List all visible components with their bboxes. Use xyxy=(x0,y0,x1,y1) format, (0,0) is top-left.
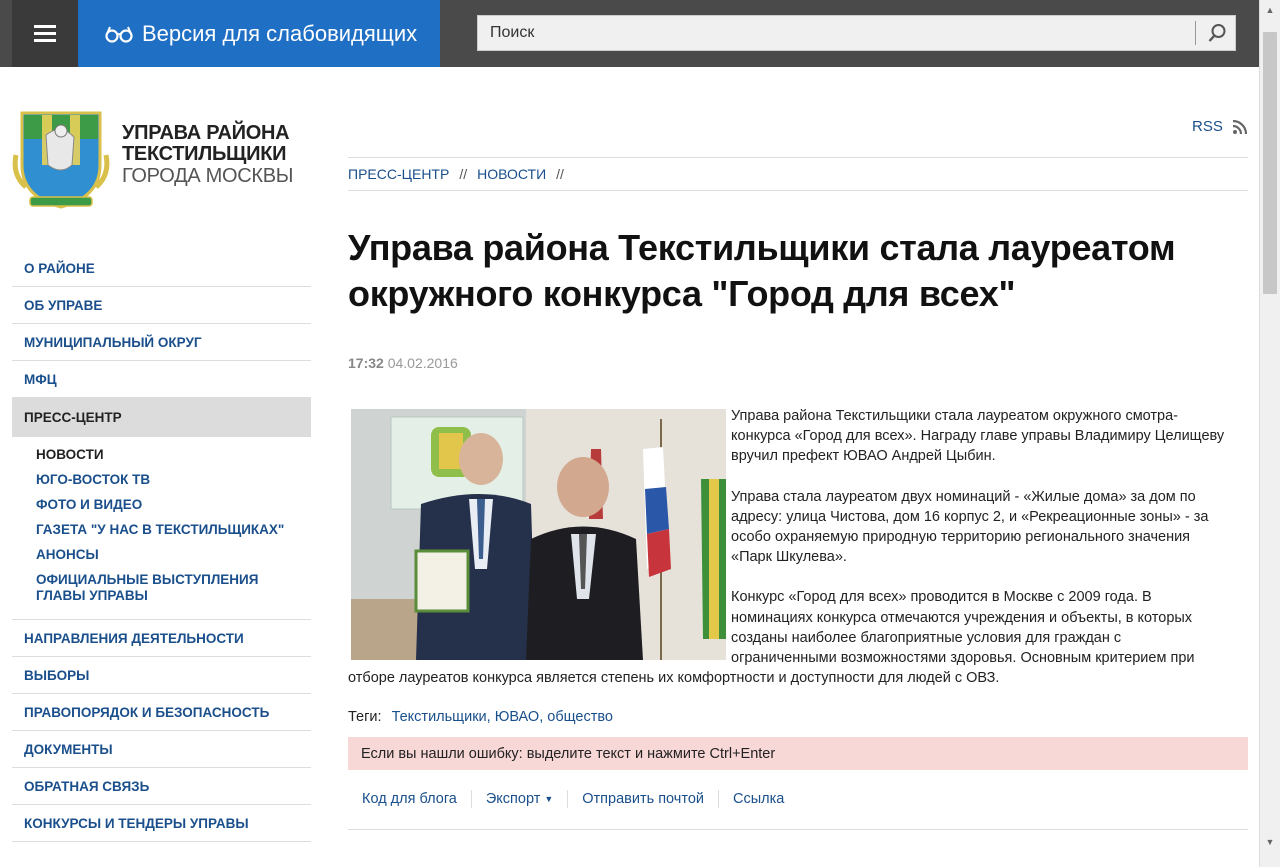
subnav-item-newspaper[interactable]: ГАЗЕТА "У НАС В ТЕКСТИЛЬЩИКАХ" xyxy=(36,522,311,538)
sidebar-item-press-center[interactable]: ПРЕСС-ЦЕНТР xyxy=(12,398,311,437)
sidebar-item-municipal[interactable]: МУНИЦИПАЛЬНЫЙ ОКРУГ xyxy=(12,324,311,361)
top-bar: Версия для слабовидящих xyxy=(0,0,1259,67)
breadcrumb: ПРЕСС-ЦЕНТР // НОВОСТИ // xyxy=(348,166,574,182)
tags-row: Теги: Текстильщики, ЮВАО, общество xyxy=(348,709,613,725)
tag-link[interactable]: ЮВАО xyxy=(495,709,539,725)
subnav-item-news[interactable]: НОВОСТИ xyxy=(36,447,311,463)
publish-date: 04.02.2016 xyxy=(387,355,458,371)
divider xyxy=(348,190,1248,191)
subnav-item-photo-video[interactable]: ФОТО И ВИДЕО xyxy=(36,497,311,513)
sidebar-item-about-uprava[interactable]: ОБ УПРАВЕ xyxy=(12,287,311,324)
sidebar-item-documents[interactable]: ДОКУМЕНТЫ xyxy=(12,731,311,768)
scroll-down-arrow-icon[interactable]: ▼ xyxy=(1260,832,1280,852)
rss-link[interactable]: RSS xyxy=(1192,118,1247,135)
scrollbar[interactable]: ▲ ▼ xyxy=(1259,0,1280,867)
page-title: Управа района Текстильщики стала лауреат… xyxy=(348,227,1176,314)
menu-button[interactable] xyxy=(12,0,78,67)
export-label: Экспорт xyxy=(485,791,541,807)
publish-datetime: 17:32 04.02.2016 xyxy=(348,355,458,371)
article-paragraph-part: отборе лауреатов конкурса является степе… xyxy=(348,670,1000,687)
glasses-icon xyxy=(105,26,133,43)
subnav-item-official-speeches[interactable]: ОФИЦИАЛЬНЫЕ ВЫСТУПЛЕНИЯ ГЛАВЫ УПРАВЫ xyxy=(36,572,311,604)
logo-line-3: ГОРОДА МОСКВЫ xyxy=(122,165,294,187)
article-paragraph: Конкурс «Город для всех» проводится в Мо… xyxy=(348,587,1228,688)
rss-icon xyxy=(1232,119,1247,134)
caret-down-icon: ▼ xyxy=(544,794,554,805)
vision-label: Версия для слабовидящих xyxy=(142,20,418,46)
search-box xyxy=(477,15,1236,51)
search-button[interactable] xyxy=(1200,16,1234,50)
vision-impaired-button[interactable]: Версия для слабовидящих xyxy=(78,0,440,67)
rss-label: RSS xyxy=(1192,118,1223,135)
sidebar-item-feedback[interactable]: ОБРАТНАЯ СВЯЗЬ xyxy=(12,768,311,805)
send-email-link[interactable]: Отправить почтой xyxy=(568,791,718,807)
tags-label: Теги: xyxy=(348,709,382,725)
sidebar-item-elections[interactable]: ВЫБОРЫ xyxy=(12,657,311,694)
sidebar-item-mfc[interactable]: МФЦ xyxy=(12,361,311,398)
export-dropdown[interactable]: Экспорт ▼ xyxy=(472,791,567,807)
divider xyxy=(348,157,1248,158)
article-paragraph: Управа стала лауреатом двух номинаций - … xyxy=(731,488,1209,566)
article-body: Управа района Текстильщики стала лауреат… xyxy=(348,406,1228,688)
publish-time: 17:32 xyxy=(348,355,384,371)
scroll-thumb[interactable] xyxy=(1263,32,1277,294)
blog-code-link[interactable]: Код для блога xyxy=(348,791,471,807)
sidebar-subnav: НОВОСТИ ЮГО-ВОСТОК ТВ ФОТО И ВИДЕО ГАЗЕТ… xyxy=(12,437,311,620)
breadcrumb-press-center[interactable]: ПРЕСС-ЦЕНТР xyxy=(348,166,449,182)
article-paragraph: Управа района Текстильщики стала лауреат… xyxy=(731,408,1225,465)
breadcrumb-separator: // xyxy=(459,166,468,182)
sidebar-nav: О РАЙОНЕ ОБ УПРАВЕ МУНИЦИПАЛЬНЫЙ ОКРУГ М… xyxy=(12,250,311,842)
scroll-up-arrow-icon[interactable]: ▲ xyxy=(1260,0,1280,20)
search-input[interactable] xyxy=(478,16,1193,50)
district-emblem-icon xyxy=(12,111,110,209)
site-logo[interactable]: УПРАВА РАЙОНА ТЕКСТИЛЬЩИКИ ГОРОДА МОСКВЫ xyxy=(12,105,312,210)
search-icon xyxy=(1208,24,1226,42)
sidebar-item-tenders[interactable]: КОНКУРСЫ И ТЕНДЕРЫ УПРАВЫ xyxy=(12,805,311,842)
sidebar-item-security[interactable]: ПРАВОПОРЯДОК И БЕЗОПАСНОСТЬ xyxy=(12,694,311,731)
hamburger-icon xyxy=(34,21,56,46)
sidebar-item-activities[interactable]: НАПРАВЛЕНИЯ ДЕЯТЕЛЬНОСТИ xyxy=(12,620,311,657)
article-paragraph-part: Конкурс «Город для всех» проводится в Мо… xyxy=(731,589,1195,667)
breadcrumb-separator: // xyxy=(556,166,564,182)
search-divider xyxy=(1195,21,1196,45)
divider xyxy=(348,829,1248,830)
logo-line-1: УПРАВА РАЙОНА xyxy=(122,122,290,144)
sidebar-item-about-district[interactable]: О РАЙОНЕ xyxy=(12,250,311,287)
share-toolbar: Код для блога Экспорт ▼ Отправить почтой … xyxy=(348,788,1248,810)
breadcrumb-news[interactable]: НОВОСТИ xyxy=(477,166,546,182)
tag-link[interactable]: Текстильщики xyxy=(392,709,487,725)
permalink-link[interactable]: Ссылка xyxy=(719,791,798,807)
tag-link[interactable]: общество xyxy=(547,709,613,725)
subnav-item-tv[interactable]: ЮГО-ВОСТОК ТВ xyxy=(36,472,311,488)
logo-line-2: ТЕКСТИЛЬЩИКИ xyxy=(122,143,287,165)
subnav-item-announcements[interactable]: АНОНСЫ xyxy=(36,547,311,563)
error-report-notice: Если вы нашли ошибку: выделите текст и н… xyxy=(348,737,1248,770)
